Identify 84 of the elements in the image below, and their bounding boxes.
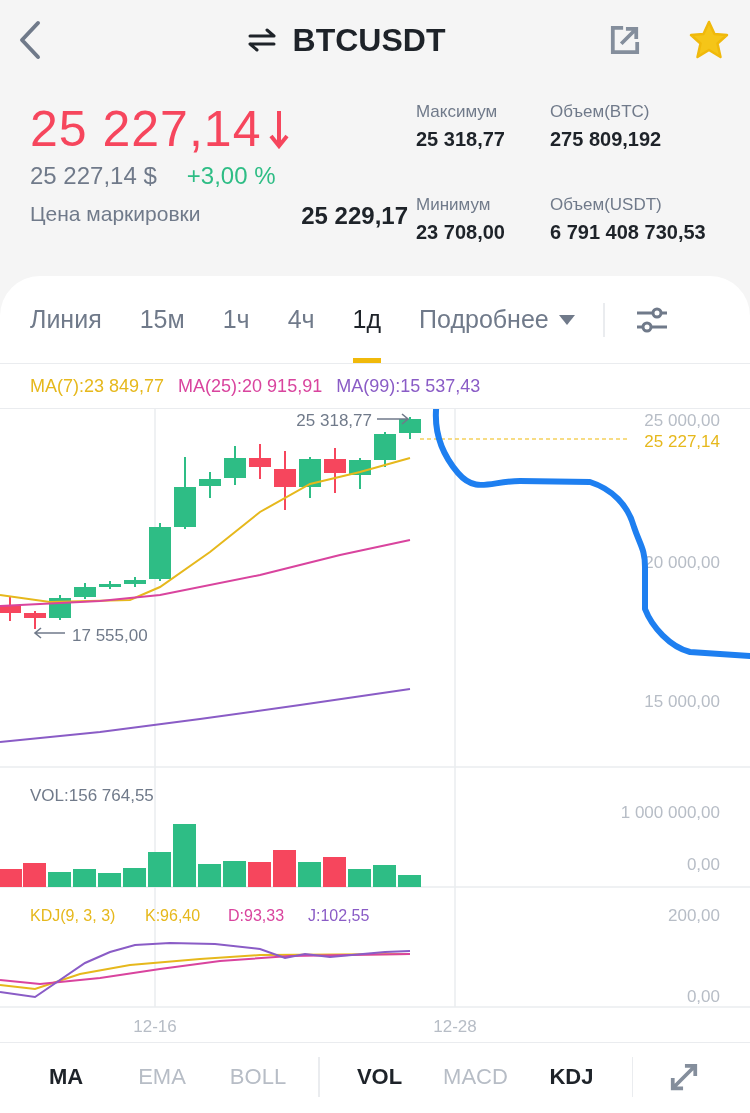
- candlestick: [199, 471, 221, 499]
- volume-bar: [198, 864, 221, 887]
- usd-price: 25 227,14 $: [30, 162, 157, 190]
- candlestick: [24, 610, 46, 630]
- settings-icon[interactable]: [634, 306, 669, 333]
- volume-bar: [123, 868, 146, 887]
- candlestick: [399, 416, 421, 440]
- ma-legend: MA(25):20 915,91: [178, 375, 323, 397]
- candlestick: [249, 443, 271, 480]
- indicator-tab[interactable]: KDJ: [523, 1063, 620, 1090]
- stat-value: 25 318,77: [416, 128, 506, 151]
- axis-label: 0,00: [686, 855, 720, 874]
- volume-bar: [248, 862, 271, 887]
- volume-bar: [148, 852, 171, 887]
- volume-bar: [98, 873, 121, 887]
- axis-label: 0,00: [686, 987, 720, 1006]
- external-link-icon[interactable]: [610, 25, 640, 55]
- ma-legend: MA(99):15 537,43: [336, 375, 481, 397]
- volume-bar: [398, 875, 421, 887]
- indicator-tab[interactable]: VOL: [331, 1063, 428, 1090]
- kdj-legend: J:102,55: [308, 907, 370, 924]
- candlestick: [374, 431, 396, 468]
- low-label: 17 555,00: [72, 626, 148, 645]
- swap-icon[interactable]: [246, 28, 277, 52]
- last-price: 25 227,14: [30, 100, 262, 158]
- volume-bar: [223, 861, 246, 887]
- stat-label: Минимум: [416, 195, 492, 215]
- volume-bar: [173, 824, 196, 887]
- volume-bar: [373, 865, 396, 887]
- candlestick: [224, 445, 246, 486]
- down-arrow-icon: [269, 109, 290, 149]
- interval-tab[interactable]: 15м: [139, 276, 185, 363]
- candlestick: [299, 456, 321, 499]
- candlestick: [124, 576, 146, 588]
- price-change: +3,00 %: [186, 162, 276, 190]
- axis-label: 1 000 000,00: [620, 803, 720, 822]
- kdj-legend: KDJ(9, 3, 3): [30, 907, 116, 924]
- volume-bar: [23, 863, 46, 887]
- volume-label: VOL:156 764,55: [30, 786, 154, 805]
- arrow-icon: [33, 627, 66, 639]
- volume-bar: [73, 869, 96, 887]
- stat-value: 6 791 408 730,53: [550, 221, 706, 244]
- stat-label: Объем(BTC): [550, 102, 651, 122]
- more-dropdown[interactable]: Подробнее: [419, 276, 575, 363]
- volume-bar: [323, 857, 346, 887]
- interval-tab[interactable]: 1ч: [222, 276, 250, 363]
- candlestick: [74, 582, 96, 600]
- candlestick: [149, 522, 171, 582]
- candlestick: [324, 447, 346, 494]
- high-label: 25 318,77: [296, 411, 372, 430]
- volume-bar: [0, 869, 22, 887]
- mark-price-value: 25 229,17: [301, 202, 408, 230]
- axis-label: 15 000,00: [644, 692, 720, 711]
- stat-label: Максимум: [416, 102, 499, 122]
- volume-bar: [48, 872, 71, 887]
- pair-title: BTCUSDT: [292, 21, 446, 59]
- stat-value: 23 708,00: [416, 221, 506, 244]
- star-icon[interactable]: [688, 20, 730, 60]
- kdj-legend: K:96,40: [145, 907, 201, 924]
- expand-icon[interactable]: [669, 1061, 699, 1092]
- arrow-icon: [376, 413, 410, 425]
- date-label: 12-16: [133, 1017, 177, 1036]
- volume-bar: [298, 862, 321, 887]
- interval-tab[interactable]: Линия: [30, 276, 102, 363]
- interval-tab[interactable]: 1д: [352, 276, 382, 363]
- stat-value: 275 809,192: [550, 128, 663, 151]
- volume-bar: [273, 850, 296, 887]
- candlestick: [0, 596, 21, 622]
- stat-label: Объем(USDT): [550, 195, 663, 215]
- kdj-legend: D:93,33: [228, 907, 285, 924]
- back-icon[interactable]: [18, 20, 42, 60]
- last-price-tag: 25 227,14: [644, 432, 720, 451]
- candlestick: [274, 450, 296, 511]
- candlestick: [349, 457, 371, 490]
- mark-price-label: Цена маркировки: [30, 202, 201, 227]
- axis-label: 200,00: [668, 906, 720, 925]
- axis-label: 25 000,00: [644, 411, 720, 430]
- indicator-tab[interactable]: MA: [18, 1063, 114, 1090]
- candlestick: [99, 580, 121, 590]
- date-label: 12-28: [433, 1017, 477, 1036]
- interval-tab[interactable]: 4ч: [287, 276, 315, 363]
- volume-bar: [348, 869, 371, 887]
- ma-legend: MA(7):23 849,77: [30, 375, 165, 397]
- caret-icon: [558, 314, 575, 325]
